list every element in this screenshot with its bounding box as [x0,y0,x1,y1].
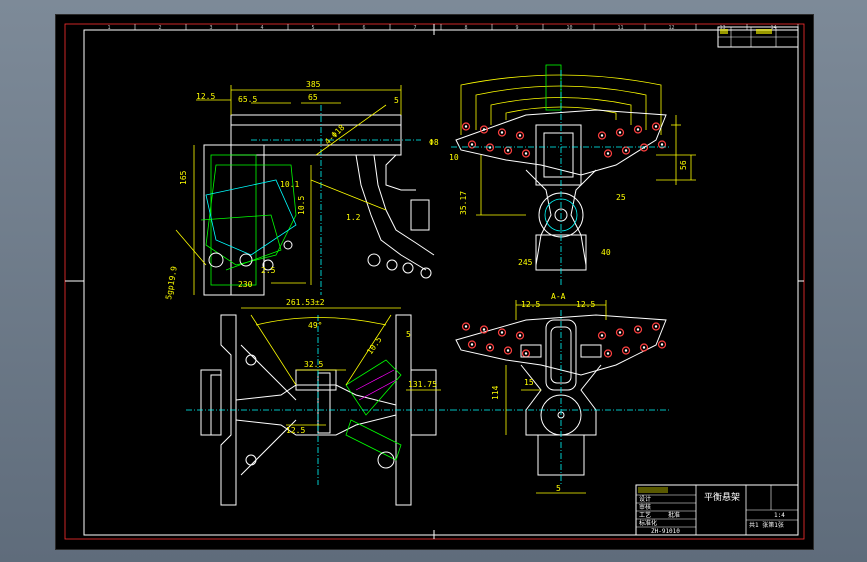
dim-2-5: 2.5 [261,266,276,275]
title-block-label-process: 工艺 [639,511,651,519]
zone-number: 11 [618,25,624,31]
dim-35-17: 35.17 [459,191,468,215]
view-top-right: 35.17 56 Φ8 10 25 40 245 [429,64,696,285]
dim-65-5: 65.5 [238,95,257,104]
dim-4-phi18: 4-Φ18 [323,123,347,147]
dim-114: 114 [491,385,500,400]
dim-5-c: 5 [556,484,561,493]
zone-number: 8 [465,25,468,31]
title-block-label-design: 设计 [639,495,651,503]
dim-10-5: 10.5 [297,196,306,215]
title-block-scale: 1:4 [774,512,785,519]
dim-12-5-d: 12.5 [576,300,595,309]
dim-5gp: 5gp19.9 [164,265,179,300]
zone-number: 12 [669,25,675,31]
title-block-part-name: 平衡悬架 [704,491,740,503]
label-section-aa: A-A [551,292,566,301]
dim-56: 56 [679,160,688,170]
dim-32-5: 32.5 [304,360,323,369]
title-block-label-review: 审核 [639,503,651,511]
dim-12-5-c: 12.5 [521,300,540,309]
title-block-label-standard: 标准化 [639,519,657,527]
zone-number: 3 [210,25,213,31]
dim-5-b: 5 [406,330,411,339]
dim-12-5: 12.5 [196,92,215,101]
title-block-drawing-no: ZH-91010 [651,528,680,535]
dim-385: 385 [306,80,321,89]
cad-drawing: 1 2 3 4 5 6 7 8 9 10 11 12 13 14 385 12.… [64,23,805,540]
dim-230: 230 [238,280,253,289]
zone-number: 1 [108,25,111,31]
dim-10: 10 [449,153,459,162]
dim-165: 165 [179,170,188,185]
zone-number: 10 [567,25,573,31]
zone-number: 9 [516,25,519,31]
dim-15: 15 [524,378,534,387]
view-bottom-left: 261.53±2 49° 32.5 12.5 10.5 131.75 5 [186,298,451,506]
drawing-border-inner [83,29,799,536]
dim-12-5-b: 12.5 [286,426,305,435]
view-bottom-right: A-A 12.5 12.5 114 15 5 [451,292,671,494]
dim-261-53: 261.53±2 [286,298,325,307]
dim-10-5-b: 10.5 [365,335,384,356]
zone-number: 4 [261,25,264,31]
zone-number: 7 [414,25,417,31]
dim-5: 5 [394,96,399,105]
dim-65: 65 [308,93,318,102]
title-block-sheet: 共1 张第1张 [749,521,784,529]
dim-245: 245 [518,258,533,267]
dim-49deg: 49° [308,321,322,330]
dim-131-75: 131.75 [408,380,437,389]
zone-number: 2 [159,25,162,31]
cad-viewport[interactable]: 1 2 3 4 5 6 7 8 9 10 11 12 13 14 385 12.… [55,14,814,550]
dim-40: 40 [601,248,611,257]
view-top-left: 385 12.5 65.5 65 165 10.1 5gp19.9 230 2.… [164,80,435,300]
dim-10-1: 10.1 [280,180,299,189]
zone-number: 5 [312,25,315,31]
dim-25: 25 [616,193,626,202]
zone-number: 6 [363,25,366,31]
title-block-label-approve: 批准 [668,511,680,519]
title-block: 平衡悬架 1:4 共1 张第1张 ZH-91010 设计 审核 工艺 标准化 批… [635,484,799,536]
dim-1-2: 1.2 [346,213,361,222]
dim-phi8: Φ8 [429,138,439,147]
